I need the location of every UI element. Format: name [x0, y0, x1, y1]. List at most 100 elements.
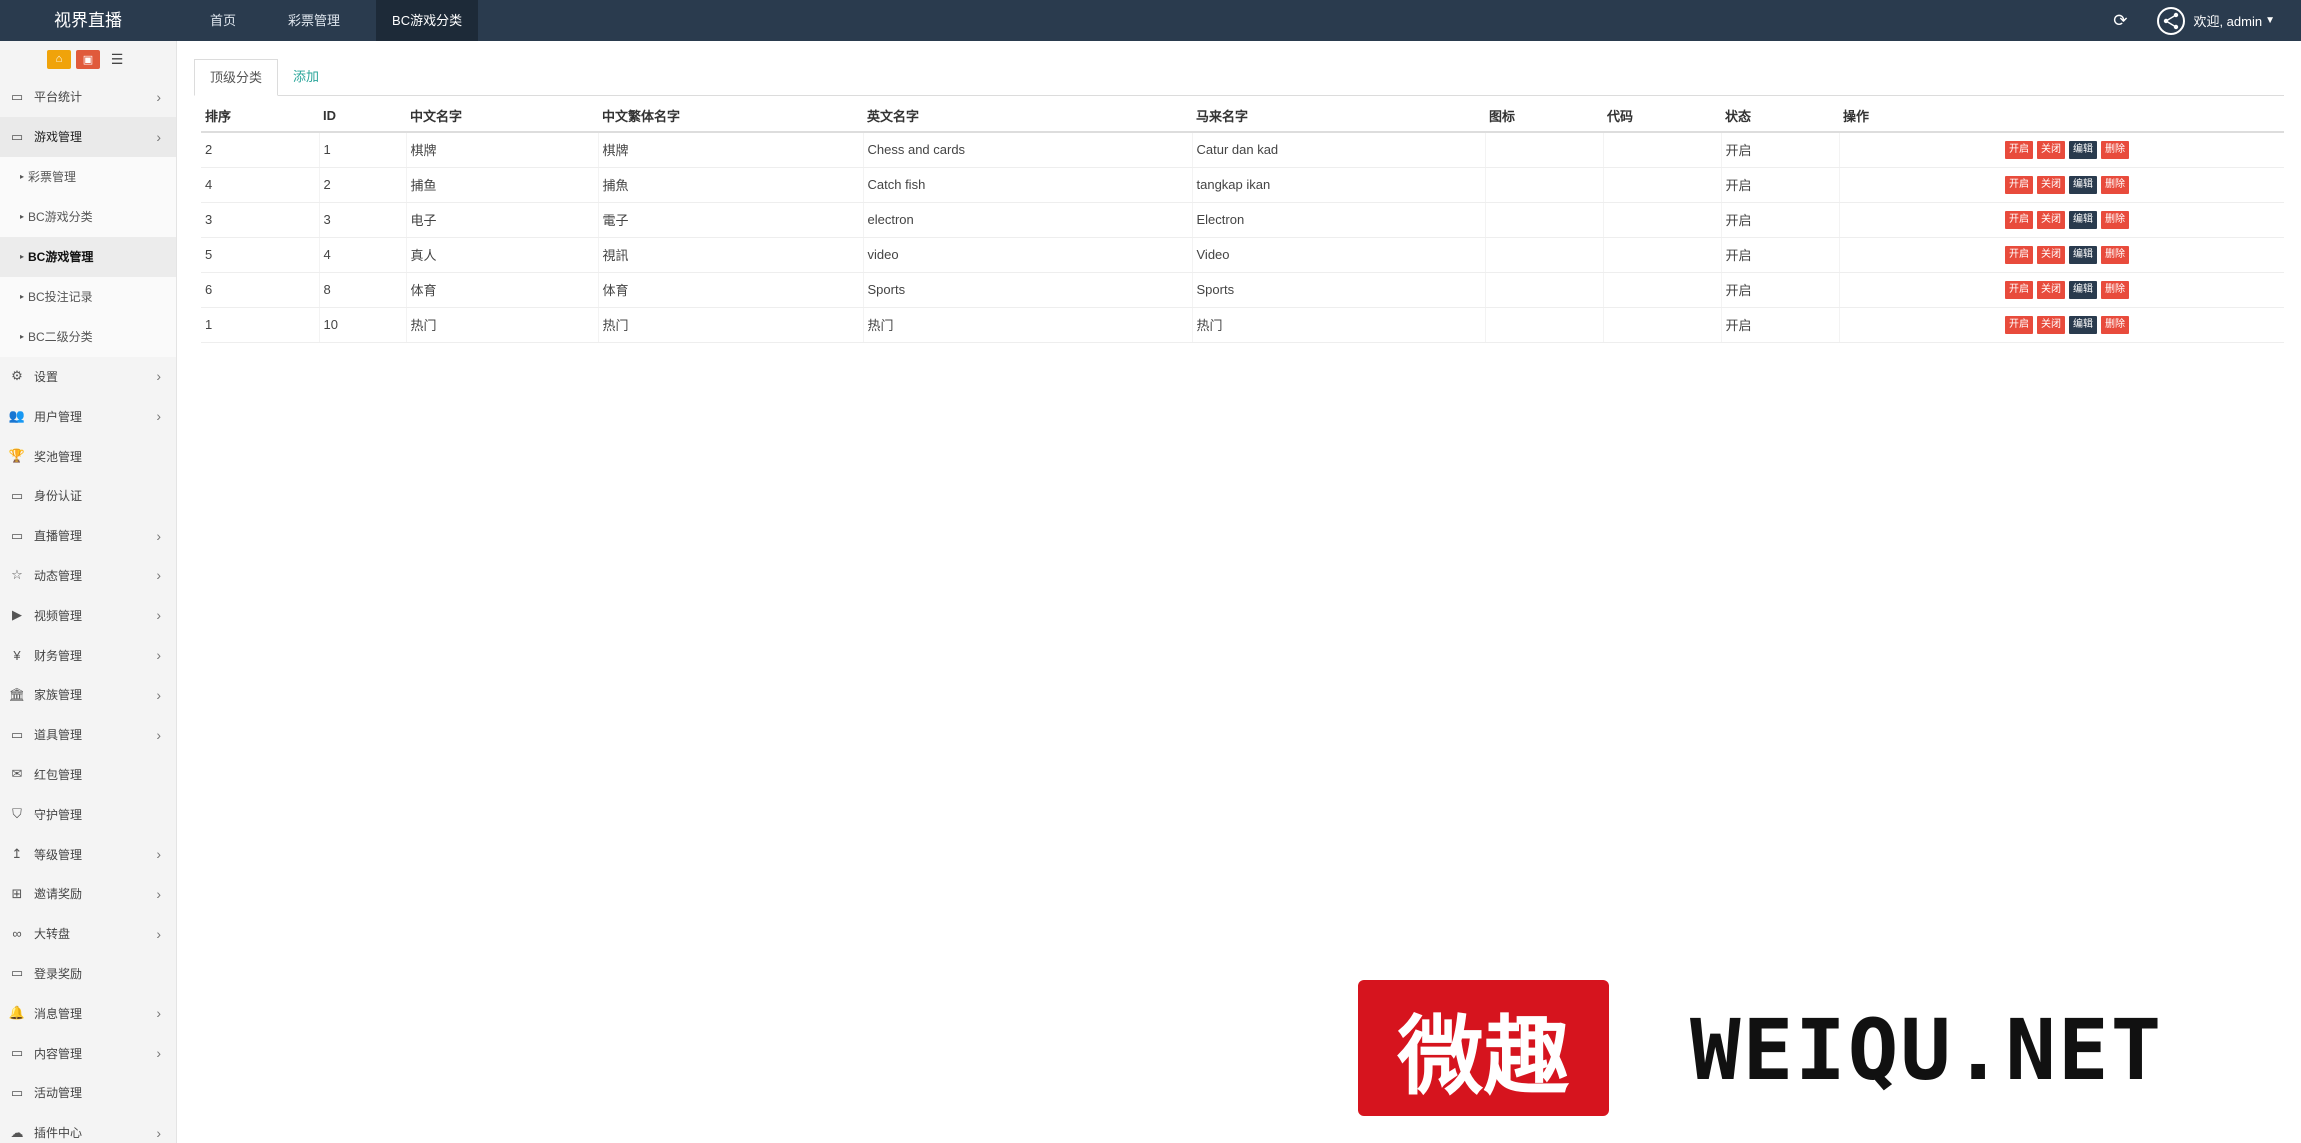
chevron-right-icon: › — [156, 607, 161, 624]
sidebar-subitem[interactable]: ▸ BC投注记录 — [0, 276, 176, 317]
watermark-text: WEIQU.NET — [1690, 1001, 2164, 1099]
delete-button[interactable]: 删除 — [2101, 280, 2129, 299]
sidebar-item[interactable]: ⚙ 设置 › — [0, 357, 176, 397]
sidebar-item-label: 活动管理 — [34, 1086, 83, 1101]
disable-button[interactable]: 关闭 — [2037, 140, 2065, 159]
sidebar-item[interactable]: ▭ 身份认证 — [0, 476, 176, 516]
cell-sort: 2 — [201, 132, 320, 168]
video-icon: ▶ — [12, 607, 22, 623]
cell-tw-name: 棋牌 — [598, 132, 864, 168]
disable-button[interactable]: 关闭 — [2037, 280, 2065, 299]
cell-sort: 5 — [201, 237, 320, 273]
edit-button[interactable]: 编辑 — [2069, 280, 2097, 299]
chevron-right-icon: › — [156, 1045, 161, 1062]
sidebar-item[interactable]: 🏛 家族管理 › — [0, 675, 176, 715]
cell-en-name: Sports — [863, 272, 1193, 308]
nav-home[interactable]: 首页 — [194, 0, 252, 41]
enable-button[interactable]: 开启 — [2005, 140, 2033, 159]
sidebar-item[interactable]: ▭ 登录奖励 — [0, 954, 176, 994]
edit-button[interactable]: 编辑 — [2069, 315, 2097, 334]
edit-button[interactable]: 编辑 — [2069, 140, 2097, 159]
sidebar-item[interactable]: ¥ 财务管理 › — [0, 635, 176, 675]
monitor-icon: ▭ — [10, 1045, 24, 1061]
sidebar-menu: ▭ 平台统计 › ▭ 游戏管理 › ▸ 彩票管理 ▸ BC游戏分类 ▸ BC游戏管理 ▸ BC投注记录 ▸ B… — [0, 77, 176, 1143]
nav-lottery[interactable]: 彩票管理 — [272, 0, 356, 41]
refresh-icon[interactable]: ⟳ — [2113, 11, 2127, 31]
avatar[interactable] — [2157, 6, 2186, 35]
nav-bc-game-category[interactable]: BC游戏分类 — [376, 0, 479, 41]
sidebar-item-label: 登录奖励 — [34, 966, 83, 981]
enable-button[interactable]: 开启 — [2005, 245, 2033, 264]
delete-icon[interactable]: ▣ — [76, 49, 100, 69]
enable-button[interactable]: 开启 — [2005, 175, 2033, 194]
sidebar-item[interactable]: ☁ 插件中心 › — [0, 1113, 176, 1143]
disable-button[interactable]: 关闭 — [2037, 210, 2065, 229]
sidebar-item-label: 设置 — [34, 369, 59, 384]
sidebar-item[interactable]: ☆ 动态管理 › — [0, 556, 176, 596]
enable-button[interactable]: 开启 — [2005, 280, 2033, 299]
cell-id: 3 — [319, 202, 407, 238]
tab-add[interactable]: 添加 — [278, 59, 334, 96]
enable-button[interactable]: 开启 — [2005, 315, 2033, 334]
sidebar-subitem[interactable]: ▸ BC游戏管理 — [0, 236, 176, 277]
sidebar-item[interactable]: ▶ 视频管理 › — [0, 595, 176, 635]
sidebar-item[interactable]: ▭ 直播管理 › — [0, 516, 176, 556]
delete-button[interactable]: 删除 — [2101, 315, 2129, 334]
cell-ms-name: Catur dan kad — [1192, 132, 1486, 168]
sidebar-subitem[interactable]: ▸ BC二级分类 — [0, 316, 176, 357]
bank-icon: 🏛 — [8, 686, 26, 702]
sidebar-item[interactable]: 🔔 消息管理 › — [0, 993, 176, 1033]
sidebar-item[interactable]: ∞ 大转盘 › — [0, 914, 176, 954]
disable-button[interactable]: 关闭 — [2037, 315, 2065, 334]
cell-cn-name: 体育 — [406, 272, 599, 308]
sidebar-item[interactable]: 🏆 奖池管理 — [0, 436, 176, 476]
sidebar-item[interactable]: 👥 用户管理 › — [0, 396, 176, 436]
delete-button[interactable]: 删除 — [2101, 210, 2129, 229]
edit-button[interactable]: 编辑 — [2069, 245, 2097, 264]
cell-tw-name: 热门 — [598, 307, 864, 343]
list-icon[interactable]: ☰ — [105, 50, 129, 69]
delete-button[interactable]: 删除 — [2101, 245, 2129, 264]
col-en-name: 英文名字 — [863, 99, 1192, 133]
welcome-user[interactable]: 欢迎, admin — [2193, 11, 2262, 30]
sidebar-item[interactable]: ✉ 红包管理 — [0, 755, 176, 795]
sidebar-item-label: 守护管理 — [34, 807, 83, 822]
shield-icon: ⛉ — [12, 806, 22, 822]
sidebar-item[interactable]: ⛉ 守护管理 — [0, 794, 176, 834]
sidebar-item-label: 内容管理 — [34, 1046, 83, 1061]
sidebar-tools: ⌂ ▣ ☰ — [0, 41, 176, 77]
col-id: ID — [319, 99, 406, 133]
edit-button[interactable]: 编辑 — [2069, 210, 2097, 229]
app-brand[interactable]: 视界直播 — [0, 0, 176, 41]
enable-button[interactable]: 开启 — [2005, 210, 2033, 229]
delete-button[interactable]: 删除 — [2101, 175, 2129, 194]
main-content: 顶级分类 添加 排序 ID 中文名字 中文繁体名字 英文名字 马来名字 图标 代… — [194, 59, 2284, 343]
sidebar-item[interactable]: ▭ 平台统计 › — [0, 77, 176, 117]
edit-button[interactable]: 编辑 — [2069, 175, 2097, 194]
home-icon[interactable]: ⌂ — [47, 49, 71, 69]
sidebar-item[interactable]: ▭ 道具管理 › — [0, 715, 176, 755]
sidebar-item[interactable]: ↥ 等级管理 › — [0, 834, 176, 874]
caret-right-icon: ▸ — [20, 332, 25, 342]
disable-button[interactable]: 关闭 — [2037, 245, 2065, 264]
delete-button[interactable]: 删除 — [2101, 140, 2129, 159]
chevron-right-icon: › — [156, 925, 161, 942]
monitor-icon: ▭ — [10, 1084, 24, 1100]
row-actions: 开启 关闭 编辑 删除 — [1844, 140, 2285, 159]
caret-down-icon[interactable]: ▼ — [2265, 15, 2275, 26]
cloud-icon: ☁ — [10, 1124, 24, 1140]
disable-button[interactable]: 关闭 — [2037, 175, 2065, 194]
sidebar-item[interactable]: ▭ 游戏管理 › — [0, 116, 176, 157]
watermark-logo: 微趣 — [1358, 980, 1609, 1116]
cell-tw-name: 電子 — [598, 202, 864, 238]
sidebar-subitem[interactable]: ▸ 彩票管理 — [0, 156, 176, 197]
sidebar-item[interactable]: ▭ 活动管理 — [0, 1073, 176, 1113]
tab-top-category[interactable]: 顶级分类 — [194, 59, 279, 96]
sidebar-item[interactable]: ▭ 内容管理 › — [0, 1033, 176, 1073]
table-row: 6 8 体育 体育 Sports Sports 开启 开启 关闭 编辑 删除 — [201, 272, 2284, 308]
chevron-right-icon: › — [156, 567, 161, 584]
sidebar-item[interactable]: ⊞ 邀请奖励 › — [0, 874, 176, 914]
cell-tw-name: 体育 — [598, 272, 864, 308]
cell-status: 开启 — [1721, 237, 1840, 273]
sidebar-subitem[interactable]: ▸ BC游戏分类 — [0, 196, 176, 237]
